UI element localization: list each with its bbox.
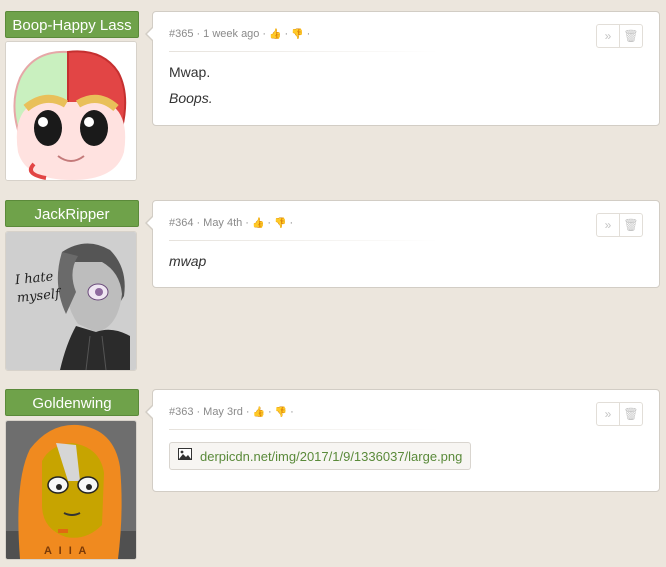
avatar[interactable]: A I I A <box>5 420 137 560</box>
trash-icon[interactable]: 🗑 <box>619 214 642 236</box>
image-link[interactable]: derpicdn.net/img/2017/1/9/1336037/large.… <box>200 449 462 464</box>
username-badge[interactable]: Goldenwing <box>5 389 139 416</box>
thumbs-up-icon[interactable]: 👍 <box>252 218 264 229</box>
comment-tools: » 🗑 <box>596 213 643 237</box>
comment-card: #363 · May 3rd · 👍 · 👎 · » 🗑 derpicdn.net/img/2… <box>145 389 660 492</box>
avatar[interactable] <box>5 41 137 181</box>
comment-time[interactable]: 1 week ago <box>203 28 259 40</box>
thumbs-down-icon[interactable]: 👎 <box>291 29 303 40</box>
comment-meta: #363 · May 3rd · 👍 · 👎 · <box>169 406 294 418</box>
double-chevron-icon[interactable]: » <box>597 403 619 425</box>
comment-text-italic: mwap <box>169 253 207 269</box>
double-chevron-icon[interactable]: » <box>597 25 619 47</box>
avatar-handwriting: I hate myself <box>14 269 61 307</box>
comment-meta: #365 · 1 week ago · 👍 · 👎 · <box>169 28 311 40</box>
comment-time[interactable]: May 3rd <box>203 406 243 418</box>
comment-id-link[interactable]: #365 <box>169 28 193 40</box>
comment-id-link[interactable]: #364 <box>169 217 193 229</box>
double-chevron-icon[interactable]: » <box>597 214 619 236</box>
image-icon <box>178 447 192 465</box>
avatar-hoodie-text: A I I A <box>44 545 89 557</box>
comment-text-italic: Boops. <box>169 90 213 106</box>
meta-divider <box>169 51 439 52</box>
comment-card: #365 · 1 week ago · 👍 · 👎 · » 🗑 Mwap. Boops. <box>145 11 660 126</box>
thumbs-down-icon[interactable]: 👎 <box>275 407 287 418</box>
comment-tools: » 🗑 <box>596 24 643 48</box>
comment-card: #364 · May 4th · 👍 · 👎 · » 🗑 mwap <box>145 200 660 288</box>
trash-icon[interactable]: 🗑 <box>619 403 642 425</box>
comment-id-link[interactable]: #363 <box>169 406 193 418</box>
comment-time[interactable]: May 4th <box>203 217 242 229</box>
avatar[interactable]: I hate myself <box>5 231 137 371</box>
username-badge[interactable]: Boop-Happy Lass <box>5 11 139 38</box>
username-badge[interactable]: JackRipper <box>5 200 139 227</box>
comment-meta: #364 · May 4th · 👍 · 👎 · <box>169 217 294 229</box>
meta-divider <box>169 429 439 430</box>
image-link-box[interactable]: derpicdn.net/img/2017/1/9/1336037/large.… <box>169 442 472 470</box>
trash-icon[interactable]: 🗑 <box>619 25 642 47</box>
comment-tools: » 🗑 <box>596 402 643 426</box>
comment-text: Mwap. <box>169 64 211 80</box>
thumbs-down-icon[interactable]: 👎 <box>274 218 286 229</box>
meta-divider <box>169 240 439 241</box>
thumbs-up-icon[interactable]: 👍 <box>253 407 265 418</box>
thumbs-up-icon[interactable]: 👍 <box>269 29 281 40</box>
